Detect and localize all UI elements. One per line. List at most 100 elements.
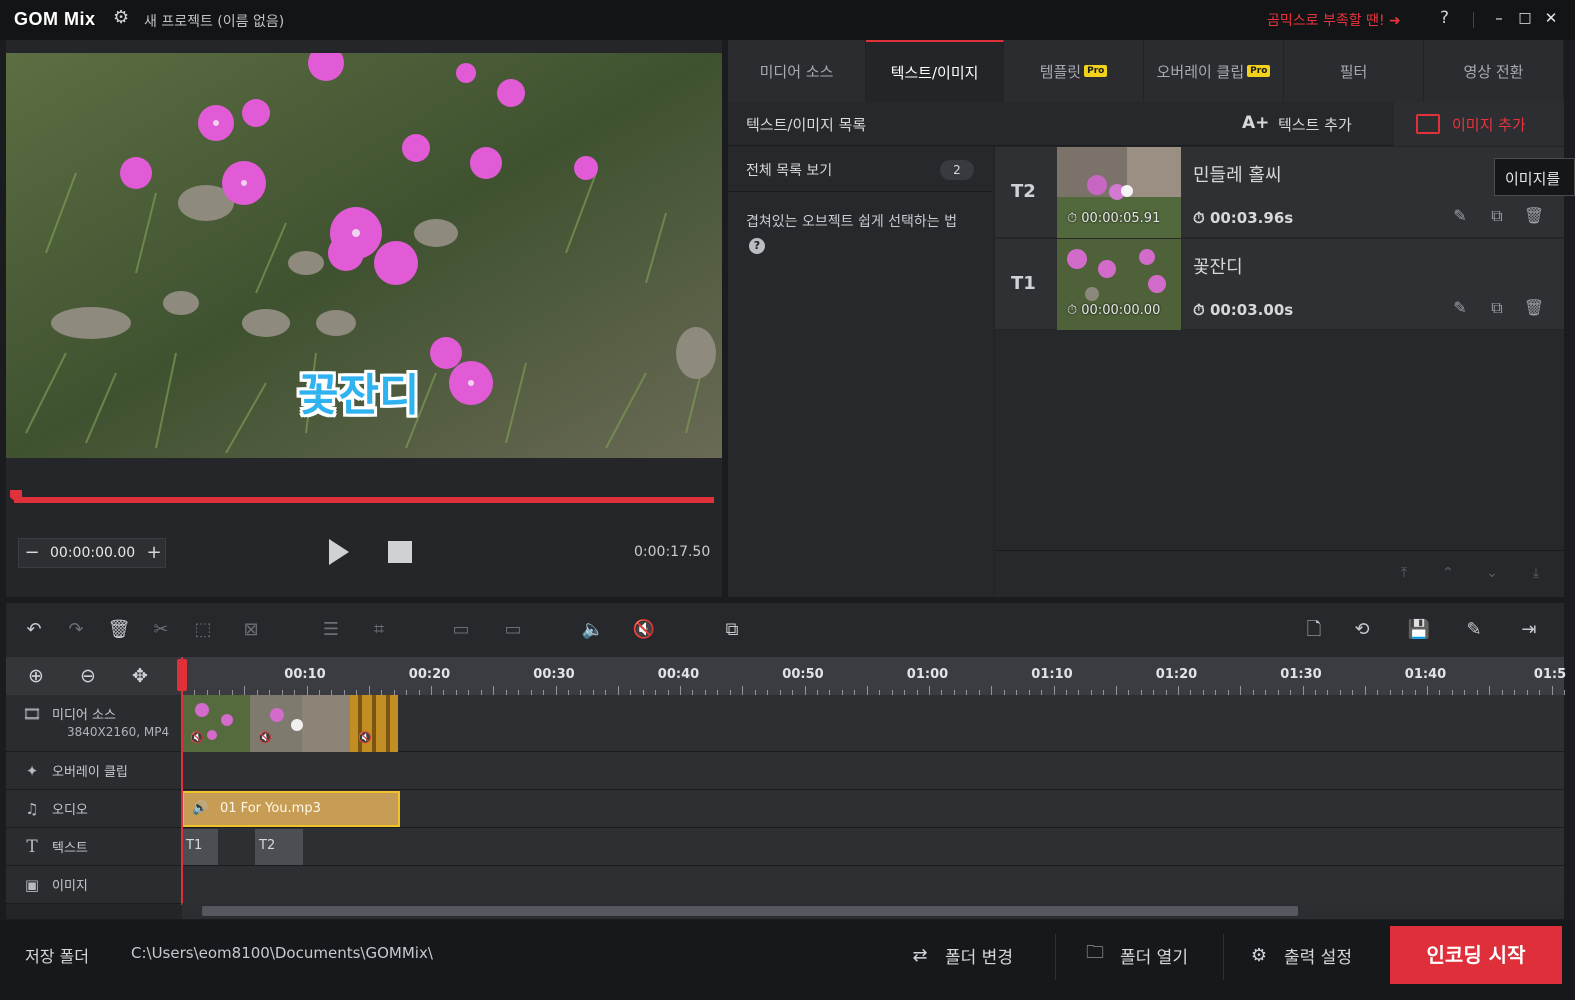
audio-clip[interactable]: 🔊 01 For You.mp3	[182, 791, 400, 827]
minimize-button[interactable]: –	[1490, 8, 1508, 28]
screen-capture-icon[interactable]: ⧉	[720, 619, 744, 641]
item-id: T2	[1011, 181, 1036, 202]
move-bottom-icon[interactable]: ⤓	[1527, 565, 1545, 583]
ruler-tick-label: 00:30	[533, 667, 575, 682]
ruler-tick-mark	[1551, 686, 1553, 695]
duplicate-icon[interactable]: ⧉	[1486, 205, 1508, 227]
ruler-tick-mark	[1178, 686, 1179, 695]
help-tip-text: 겹쳐있는 오브젝트 쉽게 선택하는 법	[746, 214, 957, 230]
delete-icon[interactable]: 🗑	[1523, 297, 1545, 319]
timecode-input[interactable]: 00:00:00.00	[50, 545, 135, 561]
tab-transition[interactable]: 영상 전환	[1424, 40, 1564, 102]
add-text-icon[interactable]: A+	[1242, 113, 1269, 133]
undo-icon[interactable]: ↶	[22, 619, 46, 641]
list-order-controls: ⤒ ⌃ ⌄ ⤓	[995, 550, 1564, 597]
ruler-tick-mark	[368, 686, 370, 695]
start-encoding-button[interactable]: 인코딩 시작	[1390, 926, 1562, 984]
move-up-icon[interactable]: ⌃	[1439, 565, 1457, 583]
track-media-lane[interactable]: 🔇 🔇 🔇	[182, 695, 1564, 752]
timecode-stepper[interactable]: − 00:00:00.00 +	[18, 538, 166, 568]
tab-text-image[interactable]: 텍스트/이미지	[866, 40, 1004, 102]
promo-link[interactable]: 곰믹스로 부족할 땐! ➜	[1267, 10, 1401, 30]
audio-clip-label: 01 For You.mp3	[220, 801, 321, 816]
zoom-in-icon[interactable]: ⊕	[24, 665, 48, 687]
preview-panel: 꽃잔디 − 00:00:00.00 + 0:00:17.50	[6, 40, 722, 597]
ruler-tick-mark	[1302, 686, 1304, 695]
edit-icon[interactable]: ✎	[1449, 205, 1471, 227]
image-right-icon[interactable]: ▭	[501, 619, 525, 641]
duplicate-icon[interactable]: ⧉	[1486, 297, 1508, 319]
move-down-icon[interactable]: ⌄	[1483, 565, 1501, 583]
media-clip[interactable]: 🔇 🔇 🔇	[182, 695, 398, 752]
scrollbar-thumb[interactable]	[202, 906, 1298, 916]
list-item[interactable]: T2 ⏱ 00:00:05.91 민들레 홀씨 ⏱ 00:03.96s ✎ ⧉ …	[995, 147, 1564, 238]
stop-button[interactable]	[388, 541, 412, 563]
track-image-lane[interactable]	[182, 866, 1564, 904]
add-image-button[interactable]: 이미지 추가	[1394, 102, 1564, 146]
time-ruler[interactable]: ⊕ ⊖ ✥ 00:10 00:20 00:30 00:40 00:50 01:00 01:1…	[6, 657, 1566, 695]
output-settings-button[interactable]: ⚙ 출력 설정	[1244, 932, 1352, 978]
timecode-decrement-button[interactable]: −	[21, 542, 43, 564]
move-top-icon[interactable]: ⤒	[1395, 565, 1413, 583]
edit-icon[interactable]: ✎	[1449, 297, 1471, 319]
help-button[interactable]: ?	[1440, 8, 1449, 28]
timeline-playhead-handle[interactable]	[177, 659, 187, 691]
save-project-icon[interactable]: 💾	[1407, 619, 1431, 641]
tab-template[interactable]: 템플릿 Pro	[1004, 40, 1144, 102]
gear-icon[interactable]: ⚙	[113, 9, 131, 27]
svg-text:🔇: 🔇	[258, 731, 272, 744]
new-project-icon[interactable]: 🗋	[1302, 619, 1326, 641]
list-filter-column: 전체 목록 보기 2 겹쳐있는 오브젝트 쉽게 선택하는 법?	[728, 147, 993, 597]
timeline-playhead[interactable]	[181, 657, 183, 905]
change-folder-button[interactable]: ⇄ 폴더 변경	[905, 932, 1013, 978]
crop-icon[interactable]: ⌗	[367, 619, 391, 641]
item-start-time: ⏱ 00:00:05.91	[1067, 211, 1161, 226]
export-project-icon[interactable]: ⇥	[1517, 619, 1541, 641]
open-folder-button[interactable]: 🗀 폴더 열기	[1080, 932, 1188, 978]
list-item[interactable]: T1 ⏱ 00:00:00.00 꽃잔디 ⏱ 00:03.00s ✎ ⧉ 🗑	[995, 239, 1564, 330]
timeline-scrollbar[interactable]	[182, 903, 1564, 919]
play-button[interactable]	[329, 539, 349, 565]
tab-label: 영상 전환	[1463, 62, 1524, 81]
tab-filter[interactable]: 필터	[1284, 40, 1424, 102]
app-logo: GOM Mix	[14, 9, 96, 29]
volume-icon[interactable]: 🔈	[581, 619, 605, 641]
text-clip-t2[interactable]: T2	[255, 829, 303, 865]
maximize-button[interactable]: □	[1516, 8, 1534, 28]
sparkle-icon: ✦	[25, 762, 39, 780]
fit-icon[interactable]: ✥	[128, 665, 152, 687]
cut-icon[interactable]: ✂	[149, 619, 173, 641]
tab-media-source[interactable]: 미디어 소스	[728, 40, 866, 102]
preview-progress-bar[interactable]	[14, 497, 714, 503]
view-all-list[interactable]: 전체 목록 보기 2	[728, 147, 993, 192]
mute-icon[interactable]: 🔇	[632, 619, 656, 641]
help-tip-link[interactable]: 겹쳐있는 오브젝트 쉽게 선택하는 법?	[746, 211, 966, 257]
text-clip-t1[interactable]: T1	[182, 829, 218, 865]
add-text-button[interactable]: 텍스트 추가	[1278, 114, 1352, 135]
deselect-icon[interactable]: ⊠	[239, 619, 263, 641]
redo-icon[interactable]: ↷	[64, 619, 88, 641]
open-project-icon[interactable]: ⟲	[1350, 619, 1374, 641]
video-preview[interactable]: 꽃잔디	[6, 53, 722, 458]
tab-label: 미디어 소스	[759, 62, 834, 81]
ruler-tick-mark	[742, 686, 744, 695]
ruler-tick-label: 00:50	[782, 667, 824, 682]
timecode-increment-button[interactable]: +	[143, 542, 165, 564]
zoom-out-icon[interactable]: ⊖	[76, 665, 100, 687]
item-start-value: 00:00:00.00	[1081, 303, 1161, 318]
select-icon[interactable]: ⬚	[191, 619, 215, 641]
add-image-label: 이미지 추가	[1452, 116, 1526, 134]
question-icon[interactable]: ?	[749, 238, 765, 254]
delete-icon[interactable]: 🗑	[107, 619, 131, 641]
delete-icon[interactable]: 🗑	[1523, 205, 1545, 227]
track-audio-lane[interactable]: 🔊 01 For You.mp3	[182, 790, 1564, 828]
pro-badge: Pro	[1247, 65, 1271, 77]
image-left-icon[interactable]: ▭	[449, 619, 473, 641]
tab-overlay-clip[interactable]: 오버레이 클립 Pro	[1144, 40, 1284, 102]
save-as-icon[interactable]: ✎	[1462, 619, 1486, 641]
track-overlay-lane[interactable]	[182, 752, 1564, 790]
close-button[interactable]: ✕	[1542, 8, 1560, 28]
video-caption-text[interactable]: 꽃잔디	[298, 359, 419, 423]
adjust-icon[interactable]: ☰	[319, 619, 343, 641]
track-text-lane[interactable]: T1 T2	[182, 828, 1564, 866]
